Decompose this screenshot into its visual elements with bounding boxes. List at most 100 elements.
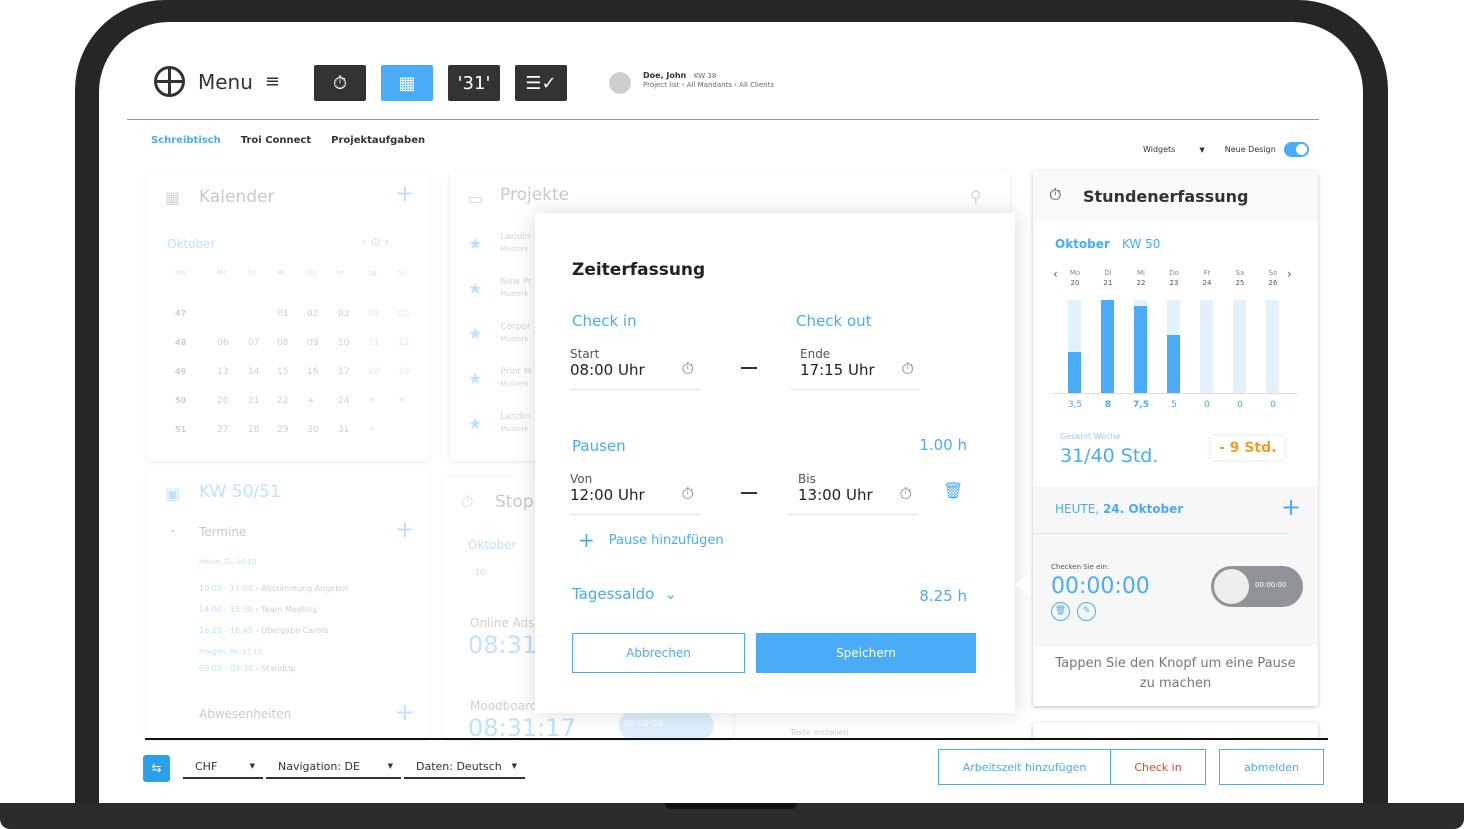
- calendar-day[interactable]: 22: [277, 396, 288, 406]
- tagessaldo-toggle[interactable]: Tagessaldo ⌄: [572, 585, 677, 603]
- calendar-day[interactable]: 01: [277, 309, 288, 319]
- calendar-day[interactable]: 09: [307, 338, 318, 348]
- von-field[interactable]: Von 12:00 Uhr ⏱: [570, 472, 700, 515]
- add-entry-icon[interactable]: +: [1281, 493, 1301, 521]
- add-absence-icon[interactable]: +: [395, 698, 415, 726]
- calendar-day[interactable]: 14: [248, 367, 259, 377]
- termine-label[interactable]: Termine: [199, 525, 246, 539]
- checkin-button[interactable]: Check in: [1110, 749, 1206, 785]
- event-item[interactable]: 14.00 - 15:00 › Team Meeting: [199, 599, 348, 620]
- calendar-day[interactable]: 19: [398, 367, 409, 377]
- star-icon[interactable]: ★: [468, 414, 482, 433]
- calendar-day[interactable]: 15: [277, 367, 288, 377]
- calendar-day[interactable]: ☀: [398, 396, 406, 406]
- pencil-icon[interactable]: ✎: [1077, 602, 1096, 621]
- currency-select[interactable]: CHF ▼: [183, 755, 263, 779]
- star-icon[interactable]: ★: [468, 324, 482, 343]
- add-worktime-button[interactable]: Arbeitszeit hinzufügen: [938, 749, 1111, 785]
- calendar-day[interactable]: 29: [277, 425, 288, 435]
- calendar-day[interactable]: 27: [217, 425, 228, 435]
- calendar-day[interactable]: 20: [217, 396, 228, 406]
- calendar-day[interactable]: 02: [307, 309, 318, 319]
- stopwatch-icon: ⏱: [332, 72, 348, 94]
- bar-value-label: 0: [1270, 400, 1276, 410]
- calendar-day[interactable]: 31: [338, 425, 349, 435]
- cancel-button[interactable]: Abbrechen: [572, 633, 745, 673]
- calendar-day[interactable]: 06: [217, 338, 228, 348]
- star-icon[interactable]: ★: [468, 234, 482, 253]
- bar-value-label: 8: [1104, 400, 1112, 410]
- trash-icon[interactable]: 🗑: [943, 481, 963, 500]
- event-item[interactable]: 16.15 - 16:45 › Übergabe Carola: [199, 620, 348, 641]
- abwesenheiten-label[interactable]: Abwesenheiten: [199, 707, 291, 721]
- tab-troi-connect[interactable]: Troi Connect: [241, 135, 311, 146]
- calendar-day[interactable]: 28: [248, 425, 259, 435]
- stop-item[interactable]: Moodboard: [470, 699, 537, 713]
- stopwatch-icon[interactable]: ⏱: [900, 484, 912, 504]
- calendar-nav[interactable]: ‹ ⊙ ›: [362, 235, 389, 249]
- tasks-button[interactable]: ☰✓: [515, 65, 567, 101]
- tab-schreibtisch[interactable]: Schreibtisch: [151, 135, 221, 146]
- calendar-day[interactable]: 16: [307, 367, 318, 377]
- weekday-header: Sa: [368, 269, 377, 277]
- tab-projektaufgaben[interactable]: Projektaufgaben: [331, 135, 425, 146]
- stopwatch-icon[interactable]: ⏱: [682, 484, 694, 504]
- star-icon[interactable]: ★: [468, 279, 482, 298]
- event-item[interactable]: 10.00 - 11:00 › Abstimmung Angebot: [199, 578, 348, 599]
- calendar-day[interactable]: 10: [338, 338, 349, 348]
- save-button[interactable]: Speichern: [756, 633, 976, 673]
- bar-track[interactable]: [1068, 300, 1081, 393]
- stopwatch-button[interactable]: ⏱: [314, 65, 366, 101]
- calendar-day[interactable]: 08: [277, 338, 288, 348]
- end-field[interactable]: Ende 17:15 Uhr ⏱: [790, 347, 920, 390]
- calendar-day[interactable]: ☀: [368, 425, 376, 435]
- search-icon[interactable]: ⚲: [970, 187, 982, 206]
- stop-pill[interactable]: 00:00:02: [619, 710, 714, 740]
- bar-track[interactable]: [1266, 300, 1279, 393]
- calendar-day[interactable]: ☀: [368, 396, 376, 406]
- calendar-day[interactable]: 13: [217, 367, 228, 377]
- new-design-toggle[interactable]: [1283, 142, 1309, 157]
- bar-track[interactable]: [1200, 300, 1213, 393]
- bis-field[interactable]: Bis 13:00 Uhr ⏱: [788, 472, 918, 515]
- calendar-day[interactable]: 30: [307, 425, 318, 435]
- bar-track[interactable]: [1233, 300, 1246, 393]
- calendar-day[interactable]: 04: [368, 309, 379, 319]
- week-number: 51: [175, 425, 187, 434]
- widgets-dropdown[interactable]: Widgets: [1143, 145, 1175, 154]
- calendar-day[interactable]: 24: [338, 396, 349, 406]
- bar-track[interactable]: [1101, 300, 1114, 393]
- bar-track[interactable]: [1167, 300, 1180, 393]
- calendar-day[interactable]: 18: [368, 367, 379, 377]
- calendar-day[interactable]: 03: [338, 309, 349, 319]
- menu-button[interactable]: Menu ≡: [153, 65, 280, 98]
- add-termin-icon[interactable]: +: [395, 515, 415, 543]
- add-icon[interactable]: +: [395, 179, 415, 207]
- logout-button[interactable]: abmelden: [1219, 749, 1324, 785]
- stopwatch-icon[interactable]: ⏱: [902, 359, 914, 379]
- stopwatch-icon[interactable]: ⏱: [682, 359, 694, 379]
- trash-icon[interactable]: 🗑: [1051, 602, 1070, 621]
- bar-track[interactable]: [1134, 300, 1147, 393]
- calendar-button[interactable]: '31': [448, 65, 500, 101]
- calendar-day[interactable]: 11: [368, 338, 379, 348]
- calendar-day[interactable]: 17: [338, 367, 349, 377]
- avatar[interactable]: [609, 72, 631, 94]
- start-field[interactable]: Start 08:00 Uhr ⏱: [570, 347, 700, 390]
- checkin-toggle[interactable]: 00:00:00: [1211, 566, 1303, 607]
- star-icon[interactable]: ★: [468, 369, 482, 388]
- data-language-select[interactable]: Daten: Deutsch ▼: [404, 755, 525, 779]
- add-pause-button[interactable]: + Pause hinzufügen: [578, 528, 724, 552]
- event-item[interactable]: 09.00 - 09:30 › StandUp: [199, 664, 295, 673]
- calendar-day[interactable]: +: [307, 396, 315, 406]
- dashboard-button[interactable]: ▦: [381, 65, 433, 101]
- calendar-day[interactable]: 12: [398, 338, 409, 348]
- calendar-day[interactable]: 05: [398, 309, 409, 319]
- chevron-down-icon[interactable]: ⌄: [169, 525, 177, 535]
- breadcrumb[interactable]: Project list › All Mandants › All Client…: [643, 81, 774, 89]
- navigation-select[interactable]: Navigation: DE ▼: [266, 755, 401, 779]
- calendar-day[interactable]: 21: [248, 396, 259, 406]
- stop-item[interactable]: Online Ads: [470, 616, 534, 630]
- calendar-day[interactable]: 07: [248, 338, 259, 348]
- sync-icon[interactable]: ⇆: [143, 755, 170, 782]
